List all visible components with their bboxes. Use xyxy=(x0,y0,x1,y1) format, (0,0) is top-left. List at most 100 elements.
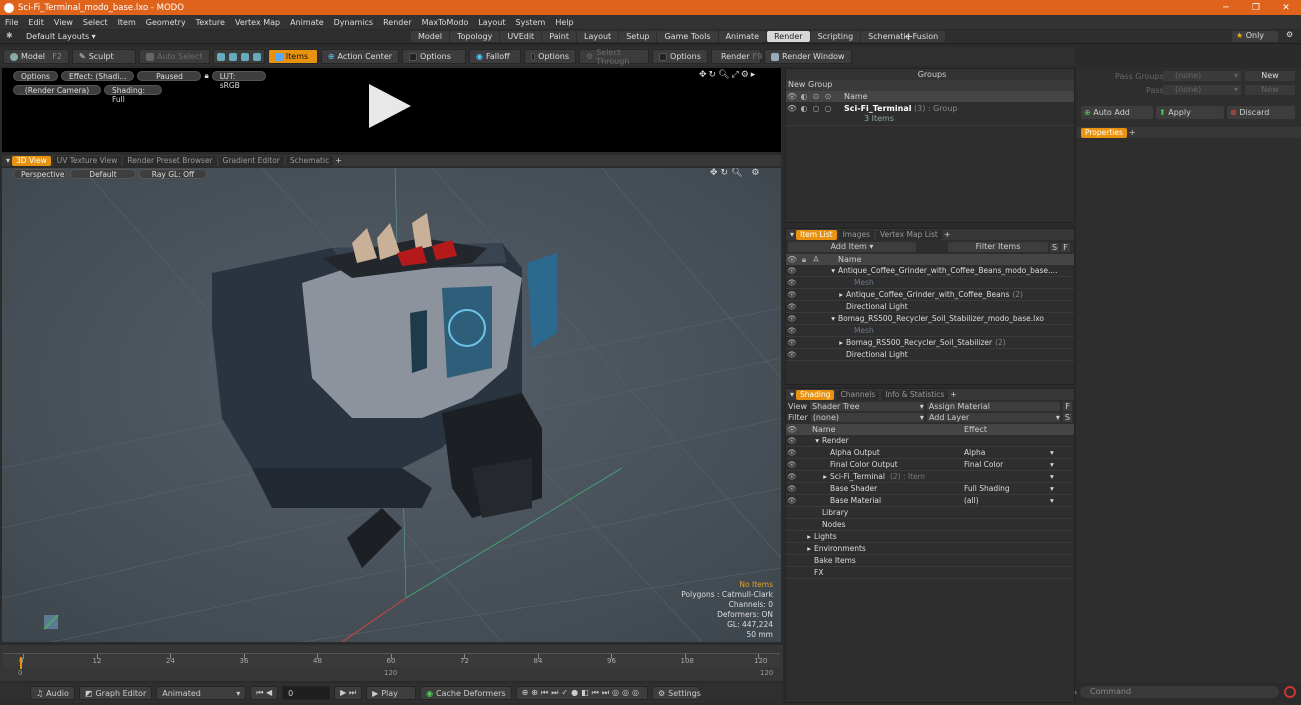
audio-button[interactable]: ♫ Audio xyxy=(30,686,75,700)
tab-vertex-map-list[interactable]: Vertex Map List xyxy=(876,229,942,240)
layout-tab-paint[interactable]: Paint xyxy=(542,31,576,42)
prev-key-icons[interactable]: ⏮ ◀ xyxy=(250,686,279,700)
tab-info-statistics[interactable]: Info & Statistics xyxy=(881,389,949,400)
gear-icon[interactable]: ⚙ xyxy=(1286,30,1293,39)
render-icon[interactable]: ◐ xyxy=(798,104,810,113)
playhead[interactable] xyxy=(20,657,22,669)
eye-icon[interactable]: 👁︎ xyxy=(786,104,798,113)
discard-button[interactable]: ⊗ Discard xyxy=(1227,106,1295,119)
3d-viewport[interactable]: Perspective Default Ray GL: Off ✥↻🔍︎ ⚙ N… xyxy=(2,168,781,642)
shader-row[interactable]: ▸ Environments xyxy=(786,543,1074,555)
menu-vertex-map[interactable]: Vertex Map xyxy=(230,18,285,27)
menu-select[interactable]: Select xyxy=(78,18,113,27)
options-button-1[interactable]: Options xyxy=(402,49,467,64)
render-window-button[interactable]: Render Window xyxy=(764,49,852,64)
layout-tab-scripting[interactable]: Scripting xyxy=(810,31,861,42)
shader-row[interactable]: 👁︎ Base Shader Full Shading ▾ xyxy=(786,483,1074,495)
eye-icon[interactable]: 👁︎ xyxy=(786,448,798,457)
s-button[interactable]: S xyxy=(1062,413,1072,422)
checkbox-icon[interactable] xyxy=(409,52,418,61)
add-item-dropdown[interactable]: Add Item ▾ xyxy=(788,242,916,252)
options-button-2[interactable]: Options xyxy=(524,49,577,64)
pass-groups-dropdown[interactable]: (none) ▾ xyxy=(1163,71,1241,81)
item-list-row[interactable]: 👁︎ ▾ Antique_Coffee_Grinder_with_Coffee_Be… xyxy=(786,265,1074,277)
properties-tab[interactable]: Properties xyxy=(1081,127,1127,138)
shader-row[interactable]: FX xyxy=(786,567,1074,579)
chevron-down-icon[interactable]: ▾ xyxy=(1050,484,1054,493)
shader-row[interactable]: ▸ Lights xyxy=(786,531,1074,543)
polygons-icon[interactable] xyxy=(240,52,249,61)
render-camera-dropdown[interactable]: (Render Camera) xyxy=(13,85,101,95)
action-center-button[interactable]: ⊕ Action Center xyxy=(320,49,400,64)
preview-effect-dropdown[interactable]: Effect: (Shadi... xyxy=(60,71,135,81)
tab-images[interactable]: Images xyxy=(838,229,874,240)
preview-lut-dropdown[interactable]: LUT: sRGB xyxy=(211,71,266,90)
shader-row[interactable]: 👁︎ Base Material (all) ▾ xyxy=(786,495,1074,507)
model-mode-button[interactable]: Model F2 xyxy=(3,49,69,64)
record-icon[interactable] xyxy=(1284,686,1296,698)
tab-channels[interactable]: Channels xyxy=(836,389,880,400)
command-input[interactable]: Command xyxy=(1080,686,1279,698)
checkbox-icon[interactable] xyxy=(659,52,668,61)
menu-animate[interactable]: Animate xyxy=(285,18,329,27)
layout-tab-setup[interactable]: Setup xyxy=(619,31,657,42)
filter-f-button[interactable]: F xyxy=(1061,242,1070,252)
frame-field[interactable]: 0 xyxy=(282,686,331,700)
eye-icon[interactable]: 👁︎ xyxy=(786,338,798,347)
add-layer-dropdown[interactable]: Add Layer ▾ xyxy=(926,413,1060,422)
item-list-row[interactable]: 👁︎ ▸ Bomag_RS500_Recycler_Soil_Stabilizer(… xyxy=(786,337,1074,349)
items-mode-button[interactable]: Items xyxy=(267,49,318,64)
group-row[interactable]: 👁︎ ◐ ○ ○ Sci-Fi_Terminal (3) : Group 3 Item… xyxy=(786,102,1074,126)
lock-icon[interactable]: 🔒︎ xyxy=(204,71,208,81)
layout-tab-topology[interactable]: Topology xyxy=(450,31,500,42)
menu-dynamics[interactable]: Dynamics xyxy=(329,18,378,27)
menu-file[interactable]: File xyxy=(0,18,23,27)
add-tab-icon[interactable]: + xyxy=(944,230,951,239)
item-list-row[interactable]: 👁︎ ▾ Bomag_RS500_Recycler_Soil_Stabilizer_… xyxy=(786,313,1074,325)
key-tools-icons[interactable]: ⊕⊕⏮⏭✓●◧⏮⏭◎◎◎ xyxy=(515,686,648,700)
layout-pin-icon[interactable]: ✱ xyxy=(6,31,13,40)
vertices-icon[interactable] xyxy=(216,52,225,61)
shader-row[interactable]: 👁︎ ▾ Render xyxy=(786,435,1074,447)
animated-dropdown[interactable]: Animated ▾ xyxy=(156,686,247,700)
only-toggle[interactable]: ★ Only xyxy=(1232,31,1278,42)
falloff-button[interactable]: ◉ Falloff xyxy=(469,49,522,64)
menu-system[interactable]: System xyxy=(511,18,551,27)
chevron-down-icon[interactable]: ▾ xyxy=(1050,448,1054,457)
shader-effect[interactable]: Alpha xyxy=(964,448,1050,457)
add-layout-icon[interactable]: + xyxy=(904,30,913,43)
default-style-dropdown[interactable]: Default xyxy=(70,169,136,179)
tab-shading[interactable]: Shading xyxy=(796,389,835,400)
view-dropdown[interactable]: Shader Tree ▾ xyxy=(809,402,924,411)
eye-icon[interactable]: 👁︎ xyxy=(786,314,798,323)
menu-maxtomodo[interactable]: MaxToModo xyxy=(417,18,474,27)
menu-view[interactable]: View xyxy=(49,18,78,27)
apply-button[interactable]: ⬆ Apply xyxy=(1156,106,1224,119)
assign-material-button[interactable]: Assign Material xyxy=(926,402,1061,411)
layout-tab-model[interactable]: Model xyxy=(411,31,450,42)
eye-icon[interactable]: 👁︎ xyxy=(786,472,798,481)
raygl-dropdown[interactable]: Ray GL: Off xyxy=(139,169,207,179)
minimize-icon[interactable]: ─ xyxy=(1211,3,1241,13)
menu-edit[interactable]: Edit xyxy=(23,18,49,27)
menu-render[interactable]: Render xyxy=(378,18,416,27)
viewport-tab-render-preset-browser[interactable]: Render Preset Browser xyxy=(123,155,217,166)
new-pass-button[interactable]: New xyxy=(1245,85,1295,95)
options-button-3[interactable]: Options xyxy=(652,49,709,64)
preview-options-button[interactable]: Options xyxy=(13,71,58,81)
shader-effect[interactable]: Full Shading xyxy=(964,484,1050,493)
cache-deformers-button[interactable]: ◉ Cache Deformers xyxy=(420,686,512,700)
eye-icon[interactable]: 👁︎ xyxy=(786,302,798,311)
eye-icon[interactable]: 👁︎ xyxy=(786,266,798,275)
add-tab-icon[interactable]: + xyxy=(335,156,342,165)
new-group-button[interactable]: New Group xyxy=(788,80,832,89)
shader-row[interactable]: 👁︎ Final Color Output Final Color ▾ xyxy=(786,459,1074,471)
eye-icon[interactable]: 👁︎ xyxy=(786,350,798,359)
layout-tab-game-tools[interactable]: Game Tools xyxy=(657,31,718,42)
default-layouts-dropdown[interactable]: Default Layouts ▾ xyxy=(26,32,96,41)
layout-tab-render[interactable]: Render xyxy=(767,31,810,42)
menu-layout[interactable]: Layout xyxy=(473,18,510,27)
item-list-row[interactable]: 👁︎ ▸ Antique_Coffee_Grinder_with_Coffee_Be… xyxy=(786,289,1074,301)
perspective-dropdown[interactable]: Perspective xyxy=(13,169,67,179)
filter-dropdown[interactable]: (none) ▾ xyxy=(810,413,924,422)
